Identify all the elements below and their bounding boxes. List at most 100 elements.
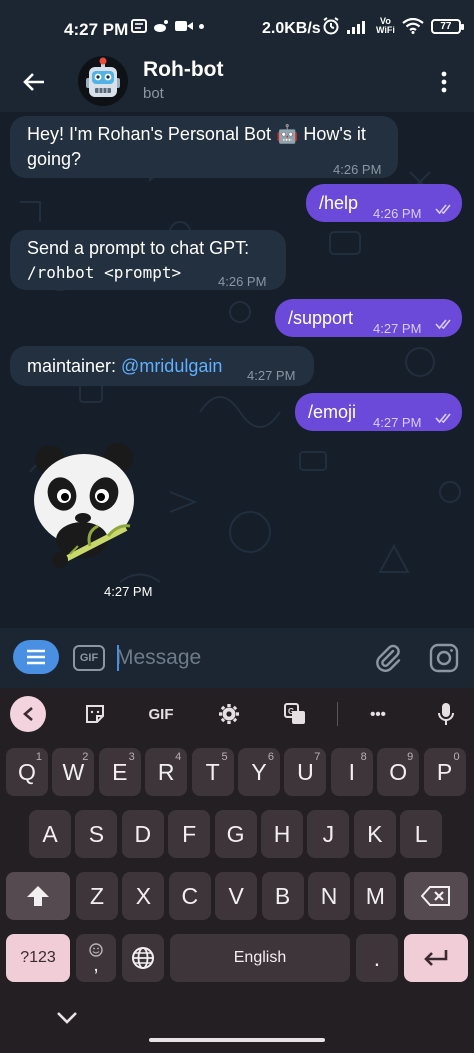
home-indicator[interactable] xyxy=(149,1038,325,1042)
key-f[interactable]: F xyxy=(168,810,211,858)
enter-key[interactable] xyxy=(404,934,468,982)
key-e[interactable]: E3 xyxy=(98,748,141,796)
status-system-icons: Vo WiFi 77 xyxy=(322,16,464,35)
key-t[interactable]: T5 xyxy=(191,748,234,796)
message-incoming[interactable]: maintainer: @mridulgain 4:27 PM xyxy=(10,346,314,386)
key-z[interactable]: Z xyxy=(76,872,118,920)
message-text: /help xyxy=(319,193,359,213)
more-options-button[interactable] xyxy=(430,64,458,100)
key-g[interactable]: G xyxy=(214,810,257,858)
dot-icon xyxy=(199,23,204,29)
chat-area[interactable]: Hey! I'm Rohan's Personal Bot 🤖 How's it… xyxy=(0,112,474,628)
chat-header: Roh-bot bot xyxy=(0,56,474,112)
period-key[interactable]: . xyxy=(356,934,398,982)
key-o[interactable]: O9 xyxy=(377,748,420,796)
message-outgoing[interactable]: /support 4:27 PM xyxy=(275,299,462,337)
chat-title[interactable]: Roh-bot xyxy=(143,58,223,82)
key-j[interactable]: J xyxy=(307,810,350,858)
key-k[interactable]: K xyxy=(353,810,396,858)
message-text: going? xyxy=(27,149,82,169)
key-w[interactable]: W2 xyxy=(52,748,95,796)
emoji-comma-key[interactable]: , xyxy=(76,934,116,982)
video-icon xyxy=(175,21,193,31)
key-i[interactable]: I8 xyxy=(330,748,373,796)
globe-icon xyxy=(132,947,154,969)
message-composer: GIF xyxy=(0,628,474,688)
message-input[interactable] xyxy=(116,642,356,674)
message-time: 4:27 PM xyxy=(247,368,296,383)
status-notification-icons xyxy=(131,19,204,33)
message-outgoing[interactable]: /emoji 4:27 PM xyxy=(295,393,462,431)
mention-link[interactable]: @mridulgain xyxy=(121,356,222,376)
gif-button[interactable]: GIF xyxy=(73,645,105,671)
key-s[interactable]: S xyxy=(75,810,118,858)
message-outgoing[interactable]: /help 4:26 PM xyxy=(306,184,462,222)
message-time: 4:27 PM xyxy=(373,415,422,430)
gear-icon xyxy=(219,704,239,724)
key-q[interactable]: Q1 xyxy=(6,748,48,796)
arrow-left-icon xyxy=(23,73,44,91)
translate-button[interactable]: G xyxy=(282,700,308,728)
keyboard-gif-button[interactable]: GIF xyxy=(144,700,178,728)
message-incoming[interactable]: Send a prompt to chat GPT: /rohbot <prom… xyxy=(10,230,286,290)
key-l[interactable]: L xyxy=(400,810,443,858)
key-h[interactable]: H xyxy=(261,810,303,858)
key-b[interactable]: B xyxy=(261,872,304,920)
paperclip-icon[interactable] xyxy=(372,642,404,674)
signal-icon xyxy=(347,21,365,34)
vowifi-indicator: Vo WiFi xyxy=(376,16,395,35)
double-check-icon xyxy=(435,319,451,330)
key-c[interactable]: C xyxy=(168,872,211,920)
battery-indicator: 77 xyxy=(430,18,464,34)
keyboard-collapse-button[interactable] xyxy=(10,696,46,732)
message-text: Hey! I'm Rohan's Personal Bot 🤖 How's it xyxy=(27,124,366,144)
panda-sticker[interactable] xyxy=(30,442,140,572)
key-u[interactable]: U7 xyxy=(284,748,327,796)
weibo-icon xyxy=(154,20,168,32)
camera-icon[interactable] xyxy=(428,642,460,674)
key-m[interactable]: M xyxy=(354,872,397,920)
sticker-time: 4:27 PM xyxy=(104,584,153,599)
key-v[interactable]: V xyxy=(215,872,258,920)
key-y[interactable]: Y6 xyxy=(238,748,280,796)
hide-keyboard-chevron-icon[interactable] xyxy=(54,1008,80,1028)
shift-icon xyxy=(27,886,49,906)
double-check-icon xyxy=(435,204,451,215)
avatar[interactable] xyxy=(78,56,128,106)
message-time: 4:26 PM xyxy=(218,274,267,289)
shift-key[interactable] xyxy=(6,872,70,920)
message-text: /support xyxy=(288,308,354,328)
status-time: 4:27 PM xyxy=(64,20,129,39)
wifi-icon xyxy=(402,18,424,34)
language-key[interactable] xyxy=(122,934,164,982)
bot-menu-button[interactable] xyxy=(13,640,59,674)
message-text: /emoji xyxy=(308,402,357,422)
message-incoming[interactable]: Hey! I'm Rohan's Personal Bot 🤖 How's it… xyxy=(10,116,398,178)
message-time: 4:26 PM xyxy=(333,162,382,177)
sticker-button[interactable] xyxy=(82,700,108,728)
alarm-icon xyxy=(323,17,339,35)
toolbar-divider xyxy=(337,702,338,726)
key-p[interactable]: P0 xyxy=(423,748,466,796)
chevron-left-icon xyxy=(23,707,33,721)
more-tools-button[interactable]: ••• xyxy=(364,700,392,728)
keyboard-settings-button[interactable] xyxy=(216,700,242,728)
chat-subtitle: bot xyxy=(143,85,164,102)
voice-input-button[interactable] xyxy=(434,700,458,728)
symbols-key[interactable]: ?123 xyxy=(6,934,70,982)
key-a[interactable]: A xyxy=(29,810,71,858)
space-key[interactable]: English xyxy=(170,934,350,982)
keyboard-toolbar: GIF G ••• xyxy=(0,688,474,740)
key-r[interactable]: R4 xyxy=(145,748,188,796)
robot-avatar-icon xyxy=(86,57,120,97)
key-d[interactable]: D xyxy=(121,810,164,858)
back-button[interactable] xyxy=(16,64,52,100)
key-x[interactable]: X xyxy=(122,872,165,920)
status-bar: 4:27 PM 2.0KB/s Vo WiFi 77 xyxy=(0,0,474,56)
sticker-icon xyxy=(86,705,104,723)
key-n[interactable]: N xyxy=(308,872,350,920)
backspace-icon xyxy=(421,886,450,906)
text-cursor xyxy=(117,645,119,671)
message-code: /rohbot <prompt> xyxy=(27,263,182,282)
backspace-key[interactable] xyxy=(404,872,468,920)
